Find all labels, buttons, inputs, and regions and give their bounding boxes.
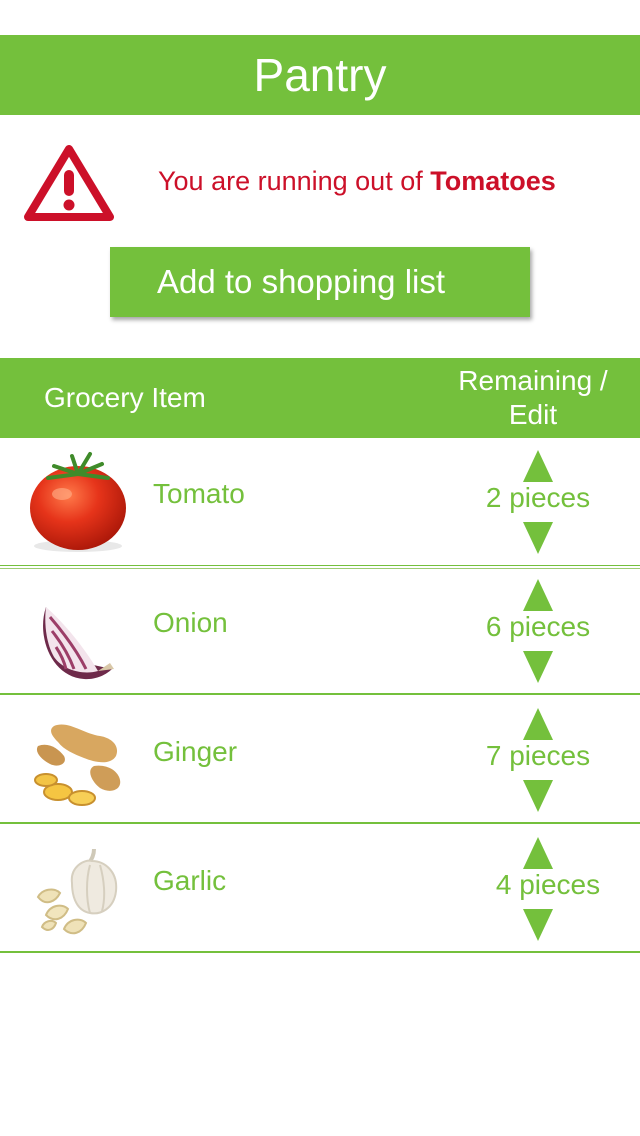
alert-message: You are running out of <box>158 166 423 196</box>
table-header: Grocery Item Remaining / Edit <box>0 358 640 438</box>
decrease-arrow-icon[interactable] <box>523 522 553 554</box>
decrease-arrow-icon[interactable] <box>523 909 553 941</box>
low-stock-alert: You are running out of Tomatoes <box>158 166 556 197</box>
row-divider <box>0 951 640 953</box>
table-row: Ginger 7 pieces <box>0 696 640 824</box>
add-to-shopping-list-label: Add to shopping list <box>157 263 446 300</box>
column-header-remaining: Remaining / Edit <box>458 365 608 430</box>
table-row: Onion 6 pieces <box>0 567 640 695</box>
row-divider <box>0 565 640 566</box>
table-row: Tomato 2 pieces <box>0 438 640 566</box>
item-quantity: 2 pieces <box>485 482 591 513</box>
app-header: Pantry <box>0 35 640 115</box>
item-quantity: 4 pieces <box>495 869 601 900</box>
ginger-image <box>34 724 121 806</box>
onion-image <box>43 607 114 680</box>
increase-arrow-icon[interactable] <box>523 579 553 611</box>
warning-triangle-icon <box>24 145 114 221</box>
item-name: Garlic <box>153 865 227 896</box>
row-divider <box>0 822 640 824</box>
page-title: Pantry <box>253 49 387 101</box>
item-name: Tomato <box>153 478 245 509</box>
increase-arrow-icon[interactable] <box>523 837 553 869</box>
column-header-item: Grocery Item <box>44 382 206 413</box>
garlic-image <box>36 848 118 935</box>
decrease-arrow-icon[interactable] <box>523 780 553 812</box>
add-to-shopping-list-button[interactable]: Add to shopping list <box>110 247 530 317</box>
row-divider <box>0 693 640 695</box>
item-quantity: 6 pieces <box>485 611 591 642</box>
alert-item: Tomatoes <box>430 166 556 196</box>
increase-arrow-icon[interactable] <box>523 450 553 482</box>
item-quantity: 7 pieces <box>485 740 591 771</box>
item-name: Onion <box>153 607 228 638</box>
decrease-arrow-icon[interactable] <box>523 651 553 683</box>
tomato-image <box>30 452 126 552</box>
table-row: Garlic 4 pieces <box>0 825 640 953</box>
item-name: Ginger <box>153 736 238 767</box>
increase-arrow-icon[interactable] <box>523 708 553 740</box>
